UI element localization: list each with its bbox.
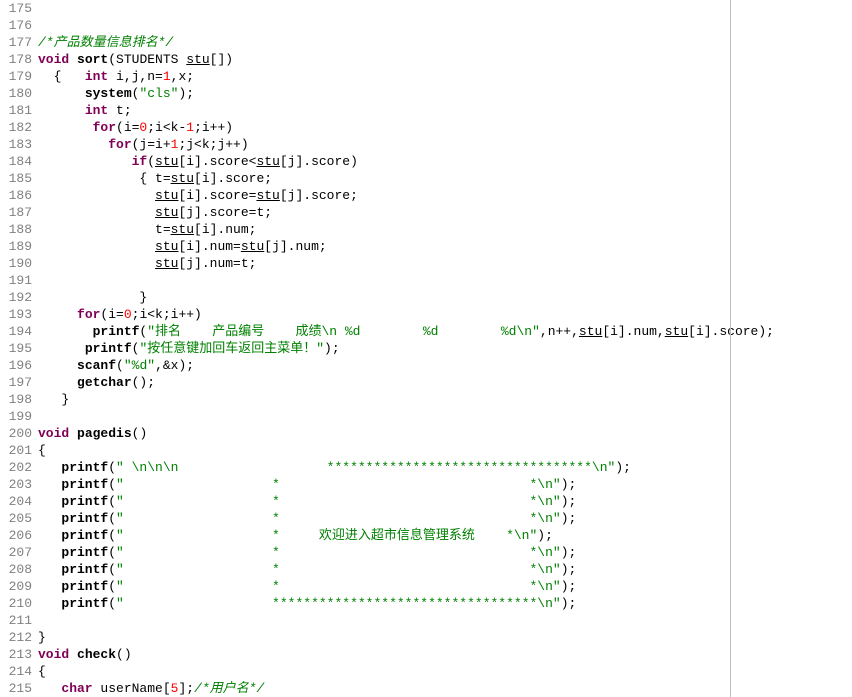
line-number: 190 xyxy=(0,255,32,272)
code-area[interactable]: /*产品数量信息排名*/void sort(STUDENTS stu[]) { … xyxy=(38,0,852,697)
line-number: 195 xyxy=(0,340,32,357)
line-number: 201 xyxy=(0,442,32,459)
line-number: 185 xyxy=(0,170,32,187)
line-number: 214 xyxy=(0,663,32,680)
line-number: 191 xyxy=(0,272,32,289)
line-number: 207 xyxy=(0,544,32,561)
line-number: 206 xyxy=(0,527,32,544)
line-number: 213 xyxy=(0,646,32,663)
line-number: 203 xyxy=(0,476,32,493)
line-number: 180 xyxy=(0,85,32,102)
line-number: 189 xyxy=(0,238,32,255)
line-number: 200 xyxy=(0,425,32,442)
print-margin xyxy=(730,0,731,697)
line-number: 215 xyxy=(0,680,32,697)
line-number: 186 xyxy=(0,187,32,204)
line-number: 209 xyxy=(0,578,32,595)
line-number: 181 xyxy=(0,102,32,119)
line-number: 187 xyxy=(0,204,32,221)
line-number: 212 xyxy=(0,629,32,646)
line-number: 178 xyxy=(0,51,32,68)
line-number: 204 xyxy=(0,493,32,510)
line-number: 182 xyxy=(0,119,32,136)
line-number: 210 xyxy=(0,595,32,612)
line-number: 193 xyxy=(0,306,32,323)
line-number: 177 xyxy=(0,34,32,51)
line-number: 197 xyxy=(0,374,32,391)
line-number: 184 xyxy=(0,153,32,170)
line-number: 199 xyxy=(0,408,32,425)
code-editor[interactable]: 1751761771781791801811821831841851861871… xyxy=(0,0,852,697)
line-number: 196 xyxy=(0,357,32,374)
line-number: 192 xyxy=(0,289,32,306)
line-number: 179 xyxy=(0,68,32,85)
line-number: 176 xyxy=(0,17,32,34)
line-number: 188 xyxy=(0,221,32,238)
line-number: 194 xyxy=(0,323,32,340)
line-number: 205 xyxy=(0,510,32,527)
line-number: 208 xyxy=(0,561,32,578)
line-number: 202 xyxy=(0,459,32,476)
line-number: 198 xyxy=(0,391,32,408)
line-number-gutter: 1751761771781791801811821831841851861871… xyxy=(0,0,38,697)
line-number: 211 xyxy=(0,612,32,629)
line-number: 183 xyxy=(0,136,32,153)
line-number: 175 xyxy=(0,0,32,17)
